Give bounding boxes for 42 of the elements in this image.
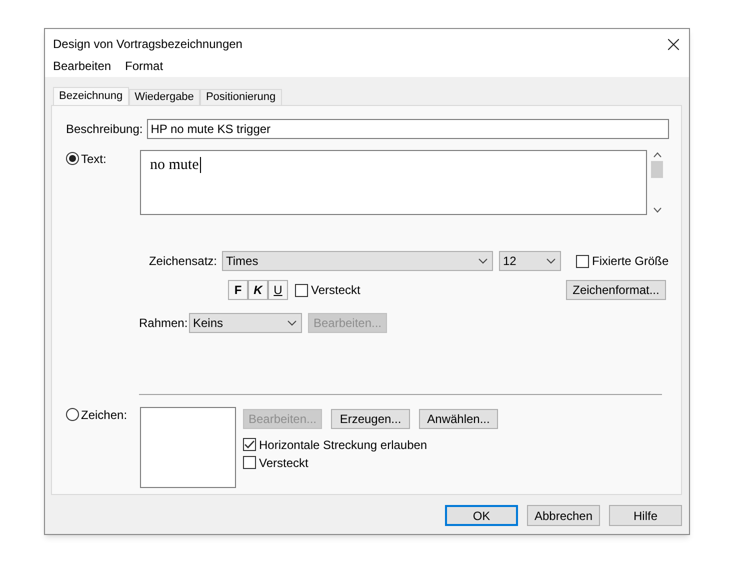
- dialog-button[interactable]: OK: [445, 505, 518, 526]
- checkbox-label: Versteckt: [311, 284, 360, 296]
- text-area[interactable]: no mute: [140, 150, 647, 215]
- checkbox[interactable]: [243, 438, 256, 451]
- font-style-button[interactable]: F: [228, 280, 248, 300]
- field-label: Zeichensatz:: [148, 253, 218, 270]
- chevron-up-icon[interactable]: [652, 152, 662, 158]
- font-style-button[interactable]: K: [248, 280, 268, 300]
- dialog-button[interactable]: Abbrechen: [527, 505, 600, 526]
- dropdown[interactable]: 12: [499, 251, 561, 271]
- dropdown[interactable]: Times: [222, 251, 493, 271]
- checkbox-label: Fixierte Größe: [592, 255, 669, 267]
- radio-label: Text:: [81, 152, 106, 164]
- radio-button[interactable]: [66, 408, 79, 421]
- checkbox-label: Versteckt: [259, 456, 308, 468]
- menu-item[interactable]: Bearbeiten: [53, 59, 112, 72]
- checkbox[interactable]: [243, 456, 256, 469]
- chevron-down-icon: [546, 258, 556, 264]
- tab[interactable]: Bezeichnung: [53, 87, 129, 105]
- menu-item[interactable]: Format: [125, 59, 164, 72]
- window-title: Design von Vortragsbezeichnungen: [53, 36, 242, 53]
- field-label: Rahmen:: [139, 315, 189, 332]
- char-format-button[interactable]: Zeichenformat...: [566, 280, 666, 300]
- close-icon[interactable]: [668, 38, 679, 50]
- tab[interactable]: Wiedergabe: [128, 89, 200, 105]
- button[interactable]: Anwählen...: [419, 409, 498, 429]
- chevron-down-icon[interactable]: [652, 207, 662, 213]
- radio-label: Zeichen:: [81, 408, 128, 420]
- dialog-button[interactable]: Hilfe: [609, 505, 682, 526]
- font-style-button[interactable]: U: [268, 280, 288, 300]
- checkbox-label: Horizontale Streckung erlauben: [259, 438, 428, 450]
- field-label: Beschreibung:: [66, 121, 143, 138]
- dropdown[interactable]: Keins: [189, 313, 302, 333]
- tab[interactable]: Positionierung: [200, 89, 282, 105]
- chevron-down-icon: [287, 320, 297, 326]
- scrollbar[interactable]: [650, 150, 664, 215]
- checkbox[interactable]: [576, 254, 589, 268]
- checkbox[interactable]: [295, 284, 308, 296]
- radio-button[interactable]: [66, 152, 79, 165]
- description-field[interactable]: HP no mute KS trigger: [146, 119, 669, 139]
- button[interactable]: Erzeugen...: [331, 409, 410, 429]
- chevron-down-icon: [478, 258, 488, 264]
